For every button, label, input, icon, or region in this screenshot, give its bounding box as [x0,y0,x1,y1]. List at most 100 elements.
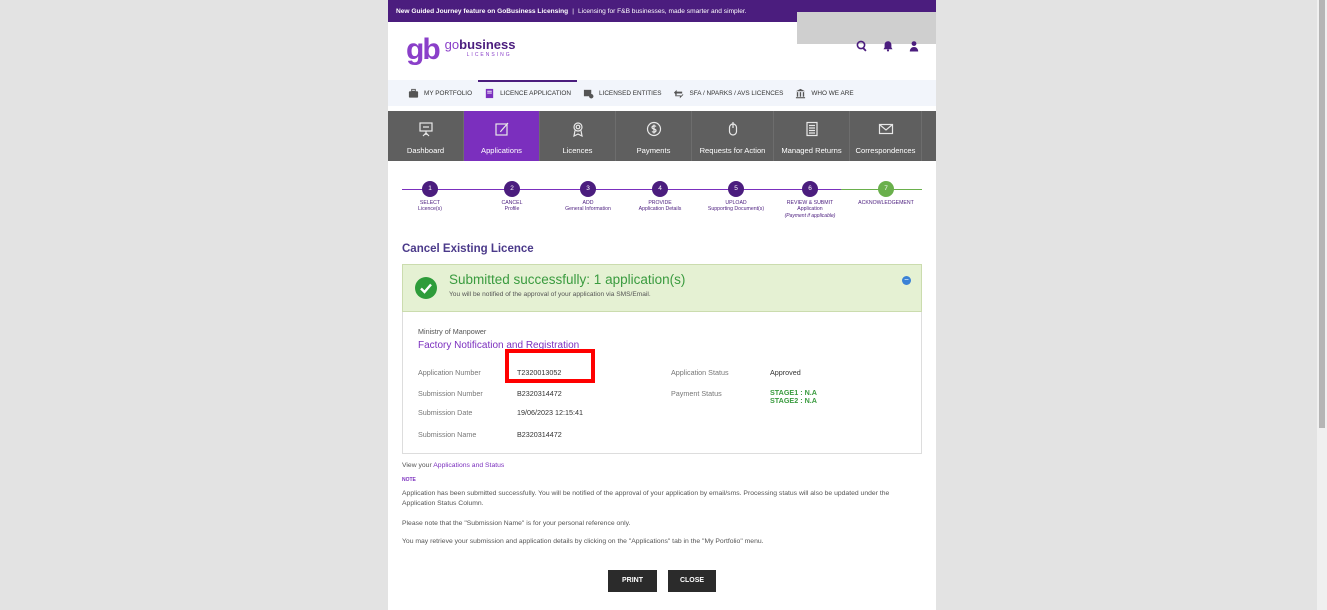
logo-sub: LICENSING [466,52,512,58]
submission-number-value: B2320314472 [517,389,562,398]
check-icon [415,277,437,299]
banner-separator: | [572,7,574,15]
tab-managed-returns[interactable]: Managed Returns [774,111,850,161]
submission-name-value: B2320314472 [517,430,562,439]
nav-label: SFA / NPARKS / AVS LICENCES [689,89,784,97]
building-icon [796,88,806,98]
top-navigation: MY PORTFOLIO LICENCE APPLICATION LICENSE… [388,80,936,106]
step-number: 7 [878,181,894,197]
nav-label: LICENCE APPLICATION [500,89,571,97]
step-7: 7 ACKNOWLEDGEMENT [846,181,926,206]
nav-sfa-nparks-avs[interactable]: SFA / NPARKS / AVS LICENCES [673,80,783,106]
view-prefix: View your [402,462,432,469]
submission-name-label: Submission Name [418,430,477,439]
logo-go: go [444,37,460,52]
document-icon [485,88,494,98]
step-1: 1 SELECT Licence(s) [390,181,470,213]
tab-label: Payments [636,146,671,155]
nav-licensed-entities[interactable]: LICENSED ENTITIES [583,80,662,106]
note-text-2: Please note that the "Submission Name" i… [402,520,631,527]
payment-stage2-value: STAGE2 : N.A [770,396,817,405]
entity-icon [583,89,594,98]
application-details: Ministry of Manpower Factory Notificatio… [402,312,922,454]
highlight-box [505,349,595,383]
note-label: NOTE [402,477,416,483]
tab-label: Requests for Action [699,146,766,155]
application-status-value: Approved [770,368,801,377]
applications-status-link[interactable]: Applications and Status [433,462,504,469]
exchange-icon [674,89,684,98]
list-icon [805,121,818,137]
success-panel: Submitted successfully: 1 application(s)… [402,264,922,312]
step-5: 5 UPLOAD Supporting Document(s) [696,181,776,213]
nav-label: LICENSED ENTITIES [598,89,662,97]
tab-label: Correspondences [855,146,916,155]
tab-dashboard[interactable]: Dashboard [388,111,464,161]
step-2: 2 CANCEL Profile [472,181,552,213]
search-icon[interactable] [856,40,868,52]
nav-who-we-are[interactable]: WHO WE ARE [795,80,854,106]
briefcase-icon [408,88,419,98]
envelope-icon [878,123,893,135]
tab-requests-for-action[interactable]: Requests for Action [692,111,774,161]
step-3: 3 ADD General Information [548,181,628,213]
nav-licence-application[interactable]: LICENCE APPLICATION [478,80,577,106]
presentation-icon [418,122,433,137]
page-scrollbar[interactable] [1317,0,1327,610]
nav-my-portfolio[interactable]: MY PORTFOLIO [408,80,472,106]
nav-label: WHO WE ARE [811,89,854,97]
step-number: 2 [504,181,520,197]
tab-applications[interactable]: Applications [464,111,540,161]
step-number: 3 [580,181,596,197]
user-icon[interactable] [908,40,920,52]
print-button[interactable]: PRINT [608,570,657,592]
collapse-toggle-icon[interactable]: − [902,276,911,285]
success-heading: Submitted successfully: 1 application(s) [449,272,686,287]
application-status-label: Application Status [671,368,729,377]
bell-icon[interactable] [882,40,894,52]
note-text-1: Application has been submitted successfu… [402,490,890,507]
banner-text: Licensing for F&B businesses, made smart… [577,7,747,15]
application-number-label: Application Number [418,368,481,377]
gobusiness-logo[interactable]: gb gobusiness LICENSING [406,33,515,66]
nav-label: MY PORTFOLIO [424,89,473,97]
page-title: Cancel Existing Licence [402,243,534,255]
step-sub: Application Details [638,206,682,213]
site-header: gb gobusiness LICENSING [388,22,936,80]
step-4: 4 PROVIDE Application Details [620,181,700,213]
award-icon [572,122,583,137]
submission-date-label: Submission Date [418,408,473,417]
payment-status-label: Payment Status [671,389,722,398]
tab-payments[interactable]: Payments [616,111,692,161]
page-container: New Guided Journey feature on GoBusiness… [388,0,936,610]
tab-label: Dashboard [406,146,445,155]
step-number: 6 [802,181,818,197]
tab-correspondences[interactable]: Correspondences [850,111,922,161]
step-label: ACKNOWLEDGEMENT [858,200,914,206]
mouse-icon [728,122,737,136]
step-number: 4 [652,181,668,197]
close-button[interactable]: CLOSE [668,570,716,592]
dollar-icon [646,121,661,137]
success-message: You will be notified of the approval of … [449,291,651,298]
step-6: 6 REVIEW & SUBMIT Application (Payment i… [770,181,850,219]
edit-icon [494,122,508,136]
tab-label: Licences [562,146,593,155]
logo-mark: gb [406,33,441,66]
scrollbar-thumb[interactable] [1319,0,1325,428]
main-tabs: Dashboard Applications Licences Payments… [388,111,936,161]
view-applications-line: View your Applications and Status [402,461,922,471]
tab-licences[interactable]: Licences [540,111,616,161]
submission-date-value: 19/06/2023 12:15:41 [517,408,583,417]
banner-bold-text[interactable]: New Guided Journey feature on GoBusiness… [396,8,568,15]
step-sub: Supporting Document(s) [707,206,765,213]
submission-number-label: Submission Number [418,389,483,398]
step-number: 1 [422,181,438,197]
step-number: 5 [728,181,744,197]
step-sub-note: (Payment if applicable) [784,212,836,219]
tab-label: Applications [481,146,522,155]
step-sub: General Information [565,206,611,213]
step-sub: Licence(s) [418,206,442,213]
tab-label: Managed Returns [781,146,842,155]
agency-name: Ministry of Manpower [418,327,487,336]
